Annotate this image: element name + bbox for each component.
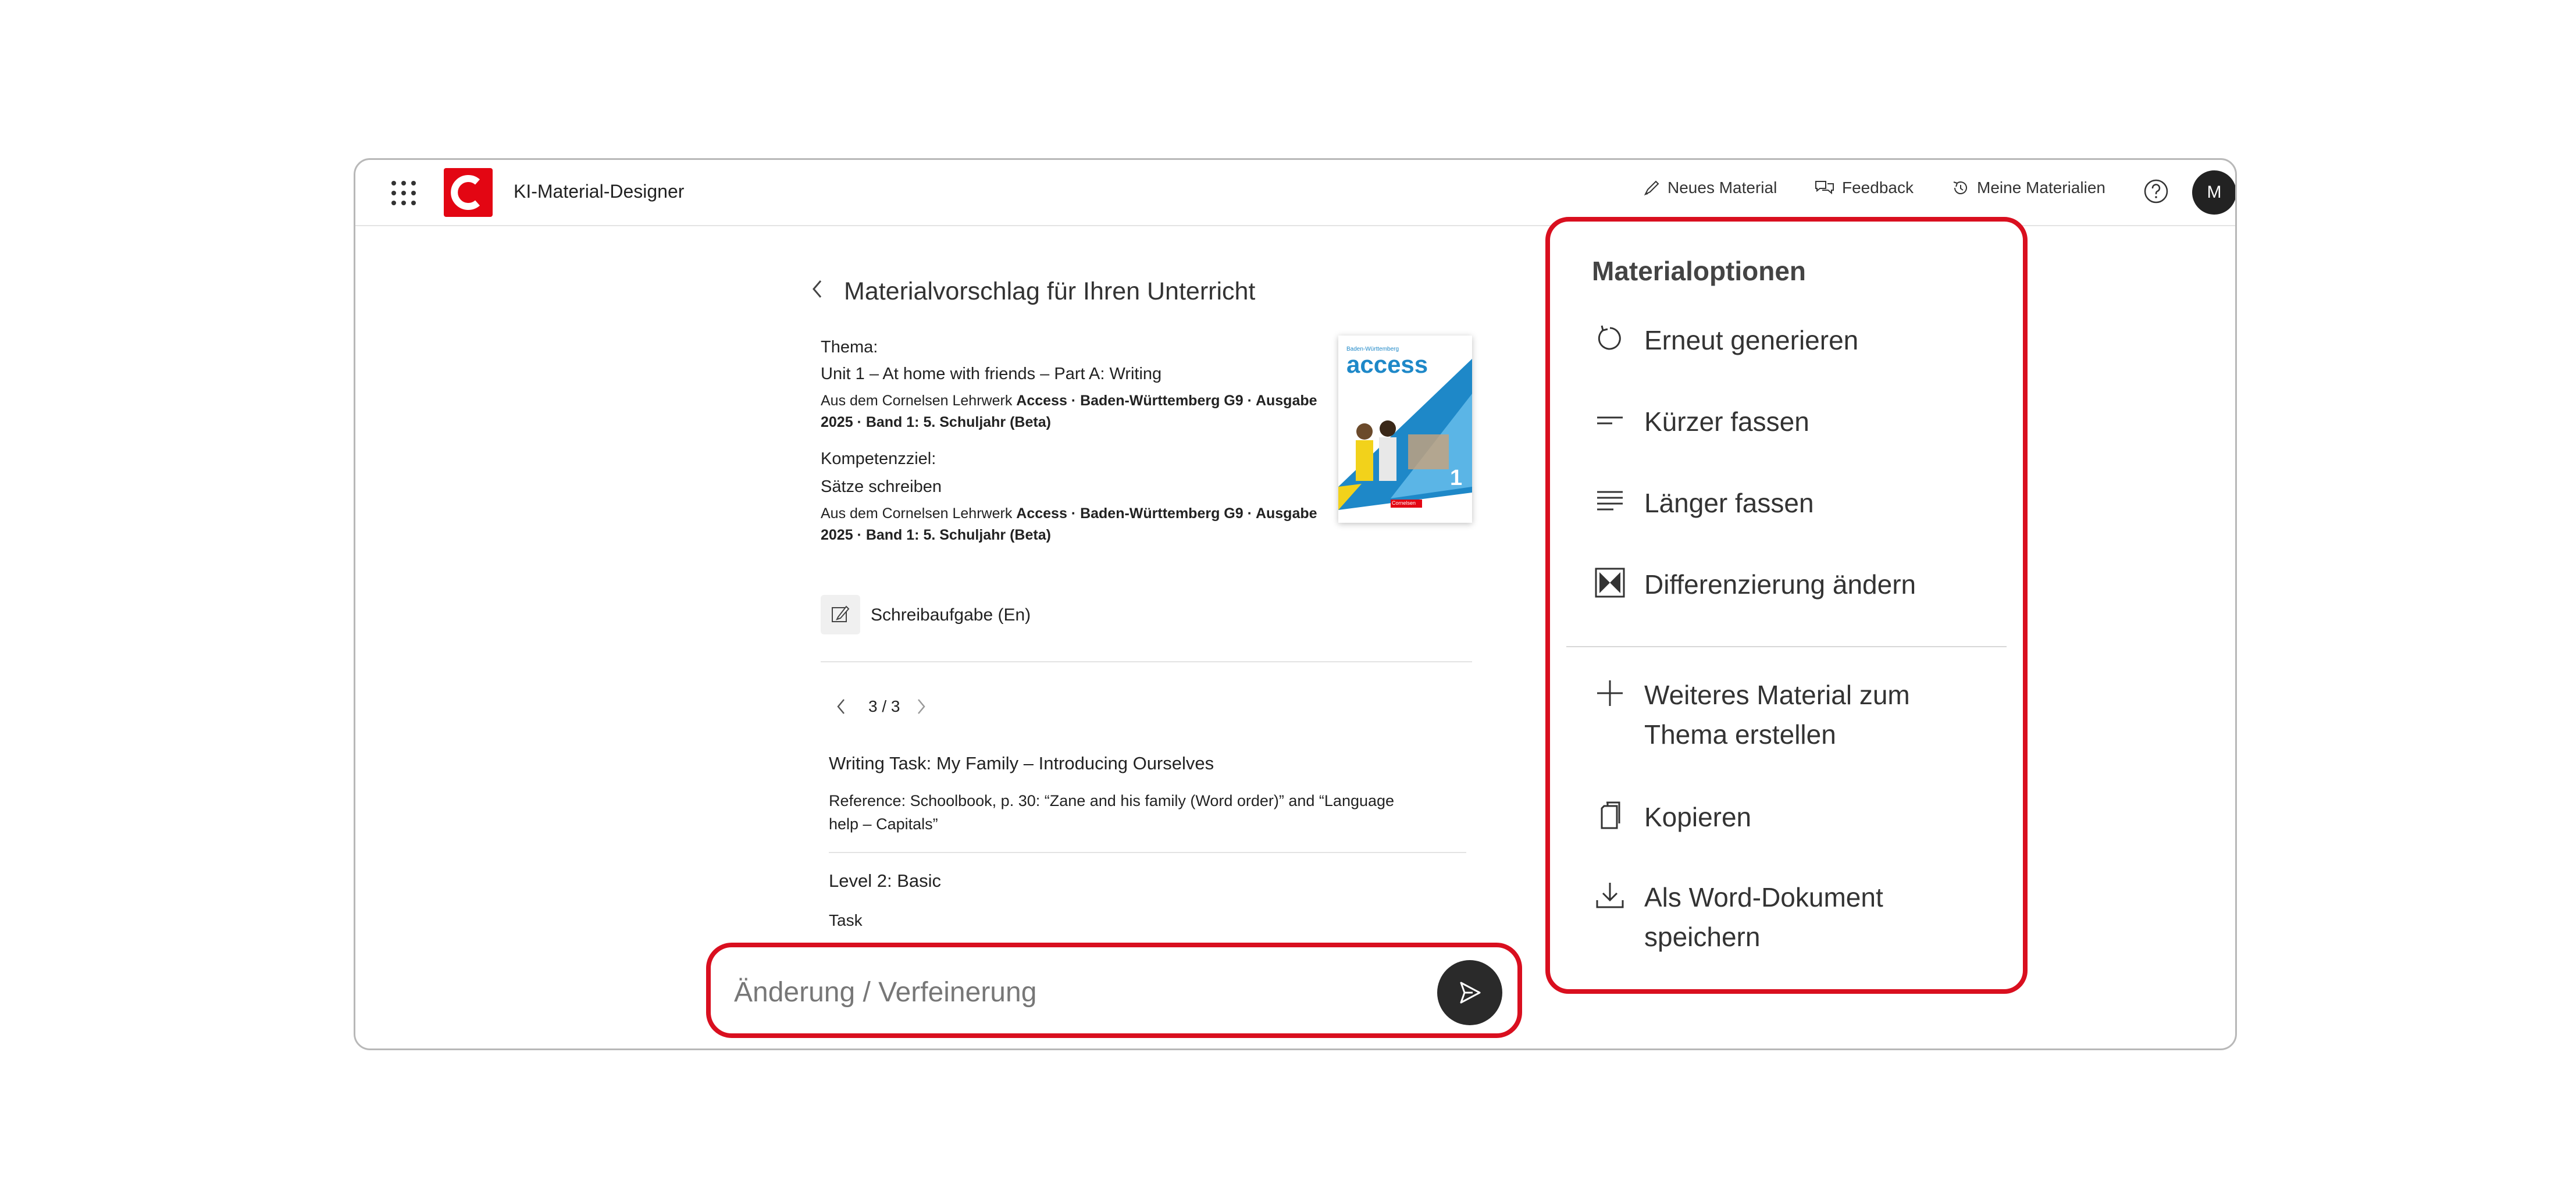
competence-value: Sätze schreiben — [821, 477, 942, 496]
source-bold-1: Access · Baden-Württemberg G9 · Ausgabe — [1016, 393, 1317, 409]
logo-c-icon — [451, 175, 480, 210]
short-lines-icon — [1597, 416, 1623, 425]
pencil-icon — [1644, 180, 1659, 196]
option-save-word-line-2: speichern — [1644, 922, 1761, 952]
app-title: KI-Material-Designer — [514, 181, 685, 202]
download-icon — [1596, 883, 1624, 908]
new-material-link[interactable]: Neues Material — [1643, 179, 1777, 197]
page-title: Materialvorschlag für Ihren Unterricht — [844, 277, 1256, 305]
task-label: Task — [829, 911, 863, 929]
differentiation-icon — [1595, 568, 1625, 598]
option-copy-label: Kopieren — [1644, 802, 1752, 832]
option-regenerate[interactable]: Erneut generieren — [1592, 320, 1858, 360]
option-more-material-line-2: Thema erstellen — [1644, 719, 1836, 750]
source-bold-2: 2025 · Band 1: 5. Schuljahr (Beta) — [821, 527, 1051, 543]
option-save-word-line-1: Als Word-Dokument — [1644, 882, 1883, 912]
source-prefix: Aus dem Cornelsen Lehrwerk — [821, 393, 1017, 409]
option-lengthen-label: Länger fassen — [1644, 488, 1814, 518]
options-divider — [1566, 646, 2007, 647]
option-save-word[interactable]: Als Word-Dokument speichern — [1592, 878, 1883, 957]
source-prefix: Aus dem Cornelsen Lehrwerk — [821, 505, 1017, 522]
send-button[interactable] — [1437, 960, 1502, 1025]
option-shorten-label: Kürzer fassen — [1644, 406, 1809, 437]
option-regenerate-label: Erneut generieren — [1644, 325, 1859, 355]
plus-icon — [1597, 680, 1623, 706]
option-differentiation[interactable]: Differenzierung ändern — [1592, 565, 1916, 604]
option-differentiation-label: Differenzierung ändern — [1644, 569, 1916, 600]
pager-prev-icon[interactable] — [832, 696, 850, 717]
book-brand: access — [1346, 351, 1428, 378]
book-publisher: Cornelsen — [1392, 500, 1416, 506]
long-lines-icon — [1597, 491, 1623, 511]
copy-icon — [1601, 801, 1620, 829]
material-options-panel: Materialoptionen Erneut generieren Kürze… — [1545, 217, 2028, 994]
edit-document-icon — [832, 605, 850, 622]
new-material-label: Neues Material — [1668, 179, 1777, 197]
source-bold-1: Access · Baden-Württemberg G9 · Ausgabe — [1016, 505, 1317, 522]
cornelsen-logo[interactable] — [444, 168, 493, 217]
my-materials-link[interactable]: Meine Materialien — [1951, 179, 2105, 197]
feedback-label: Feedback — [1842, 179, 1914, 197]
reference-prefix: Reference: — [829, 792, 910, 809]
back-chevron-icon[interactable] — [807, 276, 828, 302]
competence-label: Kompetenzziel: — [821, 450, 936, 468]
task-type-label[interactable]: Schreibaufgabe (En) — [871, 605, 1031, 625]
option-more-material-label: Weiteres Material zum Thema erstellen — [1644, 675, 1910, 754]
competence-source: Aus dem Cornelsen Lehrwerk Access · Bade… — [821, 503, 1321, 546]
refinement-input-box — [706, 943, 1522, 1038]
theme-label: Thema: — [821, 338, 878, 356]
theme-source: Aus dem Cornelsen Lehrwerk Access · Bade… — [821, 390, 1321, 433]
option-shorten[interactable]: Kürzer fassen — [1592, 402, 1809, 441]
feedback-link[interactable]: Feedback — [1814, 179, 1914, 197]
app-window: KI-Material-Designer Neues Material Feed… — [354, 158, 2237, 1050]
divider — [821, 661, 1472, 662]
refresh-icon — [1598, 325, 1621, 350]
reference-text-1: Schoolbook, p. 30: “Zane and his family … — [910, 792, 1395, 809]
writing-task-tab-icon-box[interactable] — [821, 595, 860, 634]
content-heading: Writing Task: My Family – Introducing Ou… — [829, 753, 1214, 773]
level-label: Level 2: Basic — [829, 871, 941, 891]
divider — [829, 852, 1466, 853]
refinement-input[interactable] — [733, 968, 1421, 1016]
help-icon[interactable] — [2143, 179, 2169, 204]
theme-value: Unit 1 – At home with friends – Part A: … — [821, 365, 1162, 383]
option-more-material-line-1: Weiteres Material zum — [1644, 680, 1910, 710]
user-avatar[interactable]: M — [2192, 170, 2235, 215]
top-bar: KI-Material-Designer Neues Material Feed… — [355, 160, 2235, 226]
chat-bubbles-icon — [1815, 181, 1834, 195]
option-more-material[interactable]: Weiteres Material zum Thema erstellen — [1592, 675, 1910, 754]
pager-next-icon[interactable] — [913, 696, 930, 717]
send-icon — [1460, 982, 1481, 1004]
option-lengthen[interactable]: Länger fassen — [1592, 483, 1814, 523]
book-cover: Baden-Württemberg access 1 Cornelsen — [1338, 336, 1472, 523]
options-title: Materialoptionen — [1592, 256, 1807, 286]
my-materials-label: Meine Materialien — [1977, 179, 2105, 197]
reference-text-2: help – Capitals” — [829, 815, 938, 833]
history-icon — [1953, 181, 1967, 194]
pager-indicator: 3 / 3 — [868, 697, 900, 715]
content-reference: Reference: Schoolbook, p. 30: “Zane and … — [829, 789, 1469, 836]
option-save-word-label: Als Word-Dokument speichern — [1644, 878, 1883, 957]
source-bold-2: 2025 · Band 1: 5. Schuljahr (Beta) — [821, 414, 1051, 430]
option-copy[interactable]: Kopieren — [1592, 797, 1751, 837]
book-number: 1 — [1450, 466, 1463, 490]
app-grid-icon[interactable] — [389, 179, 417, 206]
